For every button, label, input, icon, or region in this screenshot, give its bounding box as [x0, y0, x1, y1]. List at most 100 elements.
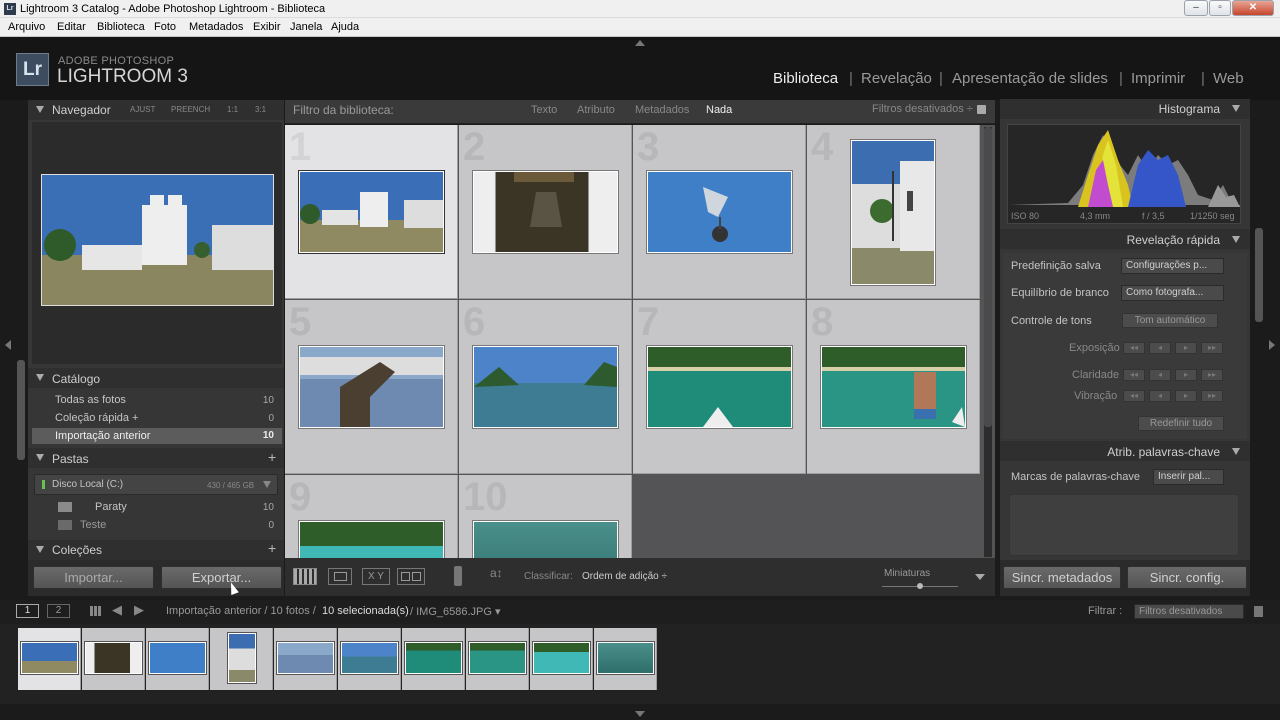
grid-cell[interactable]: 5: [285, 300, 458, 474]
exposure-down-button[interactable]: ◂: [1149, 342, 1171, 354]
clarity-down-big-button[interactable]: ◂◂: [1123, 369, 1145, 381]
menu-metadados[interactable]: Metadados: [189, 21, 243, 33]
filmstrip-cell[interactable]: [82, 628, 145, 690]
folders-header[interactable]: Pastas +: [28, 448, 284, 468]
vibrance-up-button[interactable]: ▸: [1175, 390, 1197, 402]
grid-cell[interactable]: 1: [285, 125, 458, 299]
preset-dropdown[interactable]: Configurações p...: [1121, 258, 1224, 274]
menu-biblioteca[interactable]: Biblioteca: [97, 21, 145, 33]
folder-item-paraty[interactable]: Paraty 10: [32, 498, 282, 516]
filmstrip-thumbnail[interactable]: [469, 642, 526, 674]
reset-all-button[interactable]: Redefinir tudo: [1138, 416, 1224, 431]
sync-metadata-button[interactable]: Sincr. metadados: [1003, 566, 1121, 589]
filmstrip-thumbnail[interactable]: [149, 642, 206, 674]
clarity-up-big-button[interactable]: ▸▸: [1201, 369, 1223, 381]
vibrance-down-big-button[interactable]: ◂◂: [1123, 390, 1145, 402]
filter-tab-metadados[interactable]: Metadados: [635, 104, 689, 116]
module-revelacao[interactable]: Revelação: [861, 70, 932, 87]
collections-header[interactable]: Coleções +: [28, 540, 284, 560]
add-folder-icon[interactable]: +: [268, 449, 276, 465]
filmstrip-cell[interactable]: [210, 628, 273, 690]
close-icon[interactable]: ✕: [1232, 0, 1274, 16]
catalog-item-quick[interactable]: Coleção rápida + 0: [32, 409, 282, 427]
right-scrollbar[interactable]: [1255, 228, 1263, 322]
back-arrow-icon[interactable]: ◀: [112, 602, 122, 618]
disk-collapse-icon[interactable]: [263, 481, 271, 488]
maximize-icon[interactable]: ▫: [1209, 0, 1231, 16]
survey-view-icon[interactable]: [397, 568, 425, 585]
grid-scrollbar-thumb[interactable]: [984, 127, 992, 427]
filmstrip-thumbnail[interactable]: [405, 642, 462, 674]
menu-editar[interactable]: Editar: [57, 21, 86, 33]
filmstrip-thumbnail[interactable]: [85, 642, 142, 674]
keywords-header[interactable]: Atrib. palavras-chave: [1000, 441, 1250, 461]
histogram-header[interactable]: Histograma: [1000, 99, 1250, 119]
keywords-textarea[interactable]: [1009, 494, 1239, 556]
loupe-view-icon[interactable]: [328, 568, 352, 585]
filmstrip-thumbnail[interactable]: [597, 642, 654, 674]
photo-thumbnail[interactable]: [473, 521, 618, 558]
grid-cell[interactable]: 9: [285, 475, 458, 558]
filmstrip-cell[interactable]: [466, 628, 529, 690]
page-2-button[interactable]: 2: [47, 604, 70, 618]
import-button[interactable]: Importar...: [33, 566, 154, 589]
filmstrip-cell[interactable]: [530, 628, 593, 690]
catalog-item-all[interactable]: Todas as fotos 10: [32, 391, 282, 409]
page-1-button[interactable]: 1: [16, 604, 39, 618]
forward-arrow-icon[interactable]: ▶: [134, 602, 144, 618]
keyword-tags-dropdown[interactable]: Inserir pal...: [1153, 469, 1224, 485]
filmstrip-thumbnail[interactable]: [277, 642, 334, 674]
filmstrip-thumbnail[interactable]: [341, 642, 398, 674]
module-web[interactable]: Web: [1213, 70, 1244, 87]
minimize-icon[interactable]: –: [1184, 0, 1208, 16]
disk-row[interactable]: Disco Local (C:) 430 / 465 GB: [34, 474, 278, 495]
left-scrollbar[interactable]: [17, 360, 25, 460]
clarity-down-button[interactable]: ◂: [1149, 369, 1171, 381]
filmstrip-lock-icon[interactable]: [1254, 606, 1263, 617]
spray-can-icon[interactable]: [454, 566, 462, 586]
photo-thumbnail[interactable]: [851, 140, 935, 285]
filmstrip-thumbnail[interactable]: [21, 642, 78, 674]
exposure-up-button[interactable]: ▸: [1175, 342, 1197, 354]
filmstrip-cell[interactable]: [594, 628, 657, 690]
grid-cell[interactable]: 8: [807, 300, 980, 474]
menu-exibir[interactable]: Exibir: [253, 21, 281, 33]
filmstrip-cell[interactable]: [18, 628, 81, 690]
photo-thumbnail[interactable]: [647, 346, 792, 428]
grid-cell[interactable]: 2: [459, 125, 632, 299]
add-collection-icon[interactable]: +: [268, 540, 276, 556]
clarity-up-button[interactable]: ▸: [1175, 369, 1197, 381]
filmstrip-cell[interactable]: [402, 628, 465, 690]
filmstrip-thumbnail[interactable]: [228, 633, 256, 683]
nav-opt-3-1[interactable]: 3:1: [255, 105, 266, 114]
filter-tab-texto[interactable]: Texto: [531, 104, 557, 116]
photo-thumbnail[interactable]: [473, 171, 618, 253]
folder-item-teste[interactable]: Teste 0: [32, 516, 282, 534]
vibrance-down-button[interactable]: ◂: [1149, 390, 1171, 402]
filmstrip-cell[interactable]: [274, 628, 337, 690]
exposure-down-big-button[interactable]: ◂◂: [1123, 342, 1145, 354]
auto-tone-button[interactable]: Tom automático: [1122, 313, 1218, 328]
sync-settings-button[interactable]: Sincr. config.: [1127, 566, 1247, 589]
compare-view-icon[interactable]: X Y: [362, 568, 390, 585]
menu-foto[interactable]: Foto: [154, 21, 176, 33]
navigator-header[interactable]: Navegador AJUST PREENCH 1:1 3:1: [28, 100, 284, 120]
thumbnail-size-knob[interactable]: [917, 583, 923, 589]
grid-cell[interactable]: 6: [459, 300, 632, 474]
navigator-preview-image[interactable]: [41, 174, 274, 306]
collapse-left-icon[interactable]: [5, 340, 11, 350]
filter-tab-nada[interactable]: Nada: [706, 104, 732, 116]
photo-thumbnail[interactable]: [299, 521, 444, 558]
grid-cell[interactable]: 3: [633, 125, 806, 299]
grid-cell[interactable]: 7: [633, 300, 806, 474]
module-biblioteca[interactable]: Biblioteca: [773, 70, 838, 87]
sort-direction-icon[interactable]: a↕: [490, 566, 503, 580]
nav-opt-ajust[interactable]: AJUST: [130, 105, 155, 114]
photo-thumbnail[interactable]: [821, 346, 966, 428]
vibrance-up-big-button[interactable]: ▸▸: [1201, 390, 1223, 402]
filmstrip-source[interactable]: Importação anterior / 10 fotos /: [166, 605, 316, 617]
catalog-header[interactable]: Catálogo: [28, 368, 284, 388]
filter-tab-atributo[interactable]: Atributo: [577, 104, 615, 116]
filmstrip-cell[interactable]: [338, 628, 401, 690]
grid-cell[interactable]: 10: [459, 475, 632, 558]
